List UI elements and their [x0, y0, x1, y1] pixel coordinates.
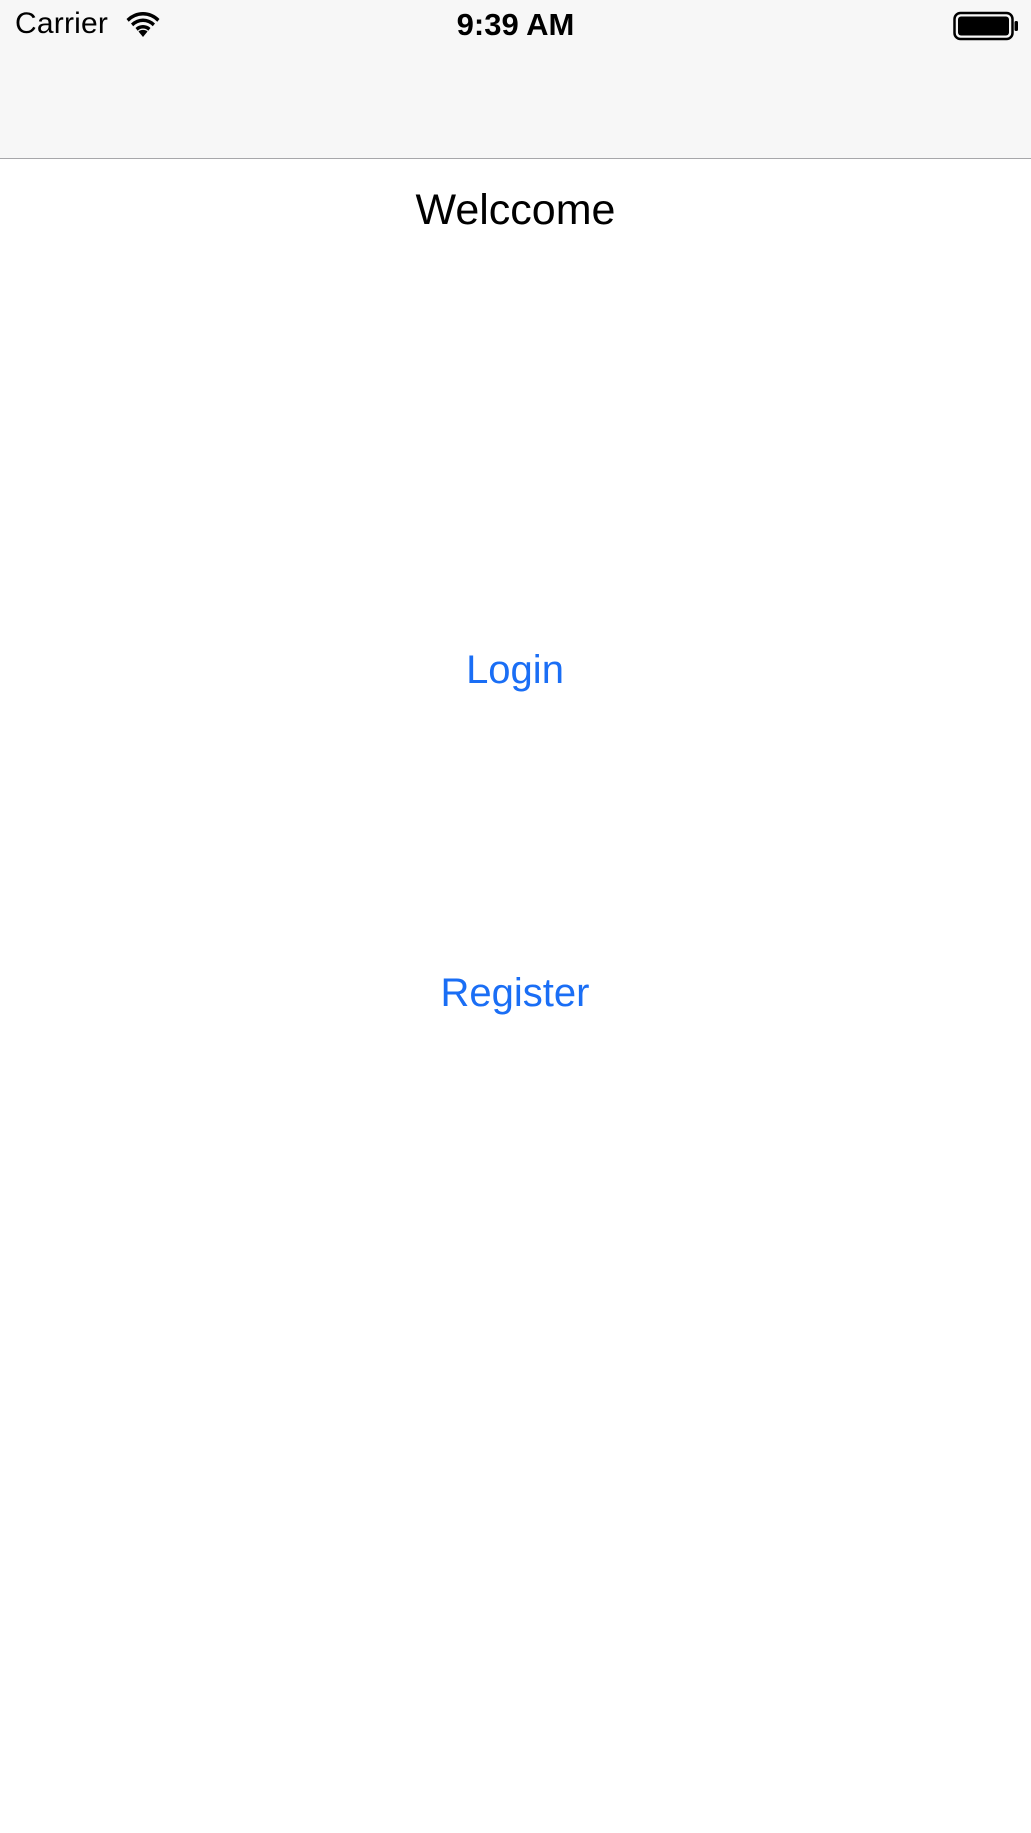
welcome-title: Welccome: [415, 186, 616, 234]
status-time: 9:39 AM: [456, 7, 575, 42]
battery-icon: [953, 11, 1018, 41]
register-button[interactable]: Register: [365, 963, 665, 1023]
navigation-bar: Carrier 9:39 AM: [0, 0, 1031, 159]
status-bar: Carrier 9:39 AM: [0, 0, 1031, 52]
login-button[interactable]: Login: [365, 640, 665, 700]
app-screen: Carrier 9:39 AM Welccome Login Register: [0, 0, 1031, 1833]
